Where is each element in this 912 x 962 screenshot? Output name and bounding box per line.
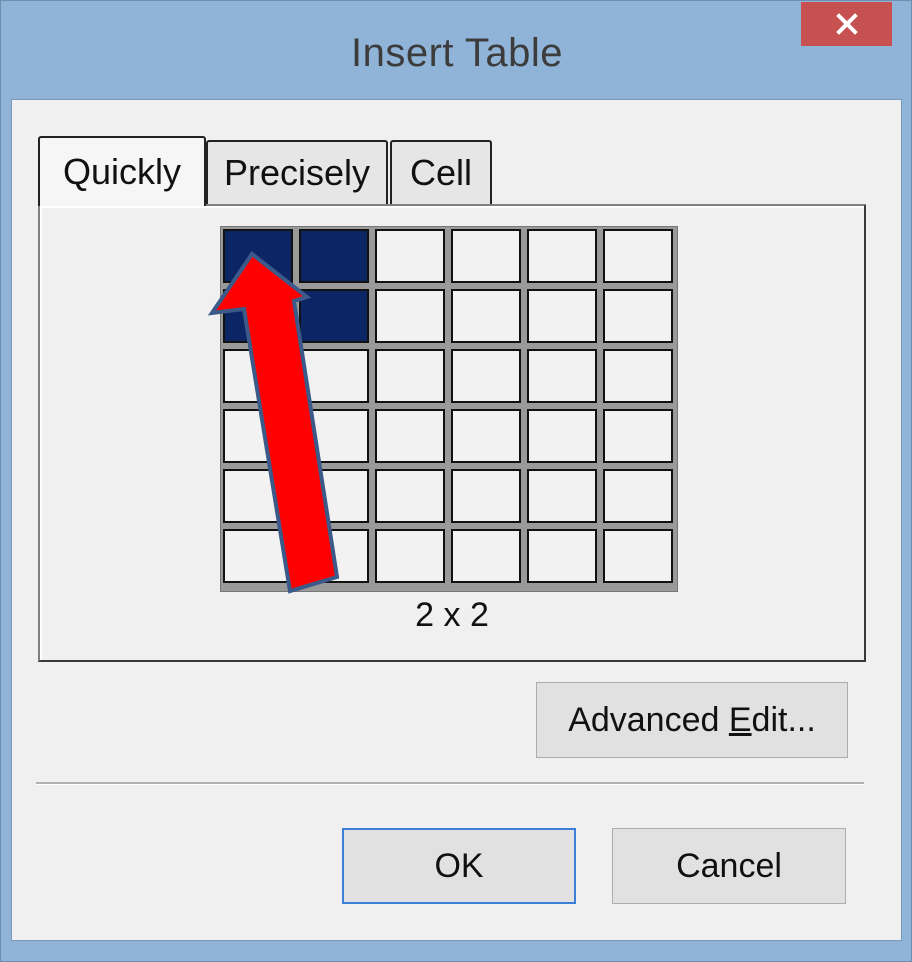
grid-cell[interactable] [451,289,521,343]
grid-cell[interactable] [527,349,597,403]
separator [36,782,864,785]
grid-cell[interactable] [223,289,293,343]
dialog-title: Insert Table [350,31,564,75]
tab-cell-label: Cell [409,152,472,193]
grid-cell[interactable] [451,349,521,403]
advanced-edit-label-prefix: Advanced [568,700,729,739]
cancel-label: Cancel [676,846,782,885]
dialog-body: Quickly Precisely Cell 2 x 2 Advanced Ed… [11,99,902,941]
table-size-label: 2 x 2 [415,596,489,634]
grid-cell[interactable] [223,469,293,523]
cancel-button[interactable]: Cancel [612,828,846,904]
grid-cell[interactable] [299,229,369,283]
grid-cell[interactable] [299,469,369,523]
tab-cell[interactable]: Cell [390,140,492,204]
grid-cell[interactable] [375,469,445,523]
insert-table-dialog: Insert Table Quickly Precisely Cell 2 x … [0,0,912,962]
grid-cell[interactable] [299,529,369,583]
grid-cell[interactable] [451,469,521,523]
grid-cell[interactable] [451,229,521,283]
grid-cell[interactable] [223,529,293,583]
grid-cell[interactable] [299,409,369,463]
grid-cell[interactable] [527,409,597,463]
tab-quickly[interactable]: Quickly [38,136,206,206]
grid-cell[interactable] [527,289,597,343]
ok-label: OK [434,846,484,885]
close-icon [835,13,858,35]
table-size-grid[interactable] [220,226,678,592]
ok-button[interactable]: OK [342,828,576,904]
grid-cell[interactable] [603,409,673,463]
title-bar[interactable]: Insert Table [1,1,912,99]
grid-cell[interactable] [223,349,293,403]
grid-cell[interactable] [451,409,521,463]
tab-quickly-label: Quickly [62,151,182,192]
grid-cell[interactable] [527,469,597,523]
grid-cell[interactable] [603,229,673,283]
grid-cell[interactable] [603,529,673,583]
close-button[interactable] [801,2,892,46]
grid-cell[interactable] [527,229,597,283]
grid-cell[interactable] [223,409,293,463]
grid-cell[interactable] [375,349,445,403]
grid-cell[interactable] [451,529,521,583]
advanced-edit-label-accelerator: E [728,700,752,739]
advanced-edit-label-suffix: dit... [751,700,816,739]
advanced-edit-button[interactable]: Advanced Edit... [536,682,848,758]
grid-cell[interactable] [223,229,293,283]
grid-cell[interactable] [299,289,369,343]
grid-cell[interactable] [603,289,673,343]
grid-cell[interactable] [603,349,673,403]
grid-cell[interactable] [375,229,445,283]
tab-precisely-label: Precisely [223,152,371,193]
quickly-panel: 2 x 2 [38,204,866,662]
grid-cell[interactable] [527,529,597,583]
grid-cell[interactable] [375,409,445,463]
grid-cell[interactable] [299,349,369,403]
grid-cell[interactable] [375,529,445,583]
tab-precisely[interactable]: Precisely [206,140,388,204]
grid-cell[interactable] [375,289,445,343]
grid-cell[interactable] [603,469,673,523]
